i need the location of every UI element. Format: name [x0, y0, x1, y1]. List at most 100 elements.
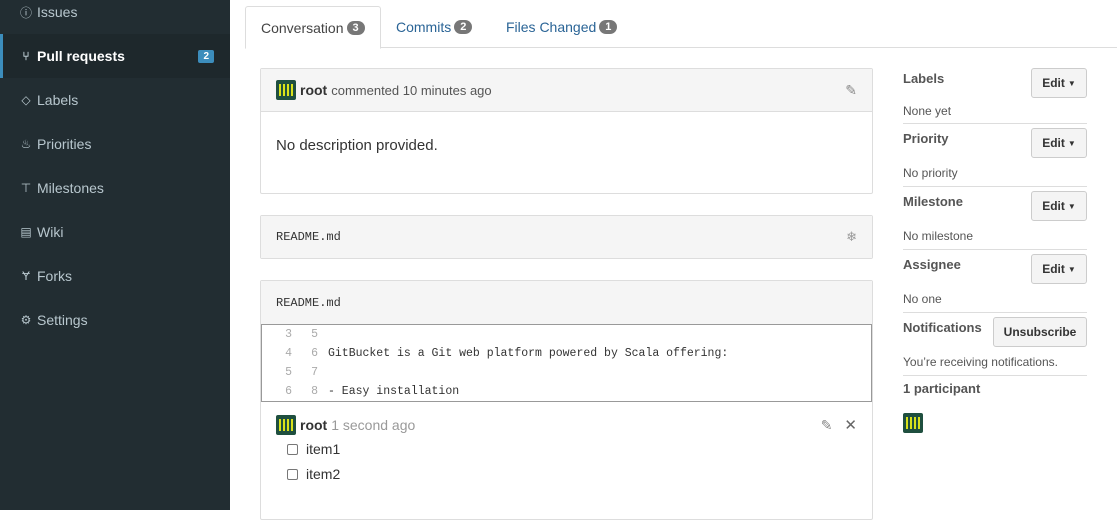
divider — [903, 375, 1087, 376]
milestone-icon: ⊤ — [20, 181, 32, 195]
tag-icon: ◇ — [21, 93, 31, 107]
caret-down-icon: ▼ — [1067, 264, 1076, 274]
sidebar: ⓘ Issues ⑂ Pull requests 2 ◇ Labels ♨ Pr… — [0, 0, 230, 510]
code-line: 4 6 GitBucket is a Git web platform powe… — [262, 344, 871, 363]
file-header: README.md ❄ — [261, 216, 872, 258]
task-item: item1 — [287, 441, 340, 457]
sidebar-item-label: Labels — [37, 92, 79, 108]
milestone-value: No milestone — [903, 229, 974, 243]
sidebar-item-forks[interactable]: Ɏ Forks — [0, 254, 230, 298]
sidebar-item-label: Settings — [37, 312, 88, 328]
divider — [903, 186, 1087, 187]
notifications-title: Notifications — [903, 320, 982, 335]
divider — [903, 249, 1087, 250]
sidebar-item-label: Priorities — [37, 136, 92, 152]
avatar[interactable] — [276, 415, 296, 435]
caret-down-icon: ▼ — [1067, 201, 1076, 211]
new-line-number: 5 — [311, 328, 318, 341]
comment-body: No description provided. — [276, 137, 438, 154]
caret-down-icon: ▼ — [1067, 138, 1076, 148]
avatar[interactable] — [276, 80, 296, 100]
caret-down-icon: ▼ — [1067, 78, 1076, 88]
sidebar-item-settings[interactable]: ⚙ Settings — [0, 298, 230, 342]
sidebar-item-issues[interactable]: ⓘ Issues — [0, 0, 230, 34]
pull-request-icon: ⑂ — [22, 49, 30, 63]
task-label: item1 — [306, 441, 341, 457]
assignee-value: No one — [903, 292, 942, 306]
comment-header: root commented 10 minutes ago ✎ — [261, 69, 872, 112]
old-line-number: 5 — [285, 366, 292, 379]
milestone-edit-button[interactable]: Edit ▼ — [1031, 191, 1087, 221]
priority-edit-button[interactable]: Edit ▼ — [1031, 128, 1087, 158]
sidebar-item-label: Milestones — [37, 180, 104, 196]
sidebar-item-label: Forks — [37, 268, 72, 284]
milestone-title: Milestone — [903, 194, 963, 209]
divider — [903, 312, 1087, 313]
file-name[interactable]: README.md — [276, 230, 341, 244]
participants-title: 1 participant — [903, 381, 981, 396]
close-icon[interactable]: ✕ — [844, 416, 857, 434]
participant-avatar[interactable] — [903, 413, 923, 433]
notifications-status: You’re receiving notifications. — [903, 355, 1058, 369]
flame-icon: ♨ — [20, 137, 32, 151]
line-text: - Easy installation — [328, 385, 460, 398]
description-comment: root commented 10 minutes ago ✎ No descr… — [260, 68, 873, 194]
file-header-box: README.md ❄ — [260, 215, 873, 259]
gear-icon: ⚙ — [20, 313, 32, 327]
tab-count-badge: 1 — [599, 20, 618, 34]
unsubscribe-button[interactable]: Unsubscribe — [993, 317, 1087, 347]
pull-requests-count-badge: 2 — [198, 49, 214, 63]
priority-title: Priority — [903, 131, 949, 146]
labels-title: Labels — [903, 71, 945, 86]
old-line-number: 3 — [285, 328, 292, 341]
edit-pencil-icon[interactable]: ✎ — [821, 417, 833, 434]
comment-author[interactable]: root — [300, 82, 327, 98]
assignee-title: Assignee — [903, 257, 961, 272]
expand-icon[interactable]: ❄ — [846, 229, 857, 245]
code-line: 6 8 - Easy installation — [262, 382, 871, 401]
code-line: 3 5 — [262, 325, 871, 344]
new-line-number: 8 — [311, 385, 318, 398]
tab-label: Files Changed — [506, 19, 597, 35]
edit-pencil-icon[interactable]: ✎ — [845, 82, 857, 99]
new-line-number: 6 — [311, 347, 318, 360]
old-line-number: 4 — [285, 347, 292, 360]
sidebar-item-label: Pull requests — [37, 48, 125, 64]
tab-count-badge: 3 — [346, 20, 365, 35]
inline-comment-header: root 1 second ago ✎ ✕ — [276, 415, 857, 435]
task-checkbox[interactable] — [287, 443, 298, 455]
sidebar-item-wiki[interactable]: ▤ Wiki — [0, 210, 230, 254]
file-name[interactable]: README.md — [276, 296, 341, 310]
tab-files-changed[interactable]: Files Changed 1 — [491, 6, 632, 48]
diff-file-header: README.md — [261, 281, 872, 324]
task-checkbox[interactable] — [287, 468, 298, 480]
button-label: Edit — [1042, 199, 1065, 213]
book-icon: ▤ — [20, 225, 32, 239]
line-text: GitBucket is a Git web platform powered … — [328, 347, 729, 360]
tab-conversation[interactable]: Conversation 3 — [245, 6, 381, 49]
tab-commits[interactable]: Commits 2 — [381, 6, 487, 48]
sidebar-item-labels[interactable]: ◇ Labels — [0, 78, 230, 122]
comment-author[interactable]: root — [300, 417, 327, 433]
labels-edit-button[interactable]: Edit ▼ — [1031, 68, 1087, 98]
button-label: Unsubscribe — [1003, 325, 1077, 339]
task-item: item2 — [287, 466, 340, 482]
divider — [903, 123, 1087, 124]
diff-code: 3 5 4 6 GitBucket is a Git web platform … — [261, 324, 872, 402]
comment-time: 1 second ago — [331, 417, 416, 433]
new-line-number: 7 — [311, 366, 318, 379]
old-line-number: 6 — [285, 385, 292, 398]
sidebar-item-priorities[interactable]: ♨ Priorities — [0, 122, 230, 166]
button-label: Edit — [1042, 262, 1065, 276]
tab-label: Conversation — [261, 19, 344, 36]
task-label: item2 — [306, 466, 341, 482]
info-icon: ⓘ — [19, 5, 32, 20]
tab-count-badge: 2 — [454, 20, 473, 34]
sidebar-item-milestones[interactable]: ⊤ Milestones — [0, 166, 230, 210]
diff-comment-box: README.md 3 5 4 6 GitBucket is a Git web… — [260, 280, 873, 520]
sidebar-item-pull-requests[interactable]: ⑂ Pull requests 2 — [0, 34, 230, 78]
button-label: Edit — [1042, 76, 1065, 90]
fork-icon: Ɏ — [21, 269, 30, 283]
sidebar-item-label: Issues — [37, 4, 78, 20]
assignee-edit-button[interactable]: Edit ▼ — [1031, 254, 1087, 284]
